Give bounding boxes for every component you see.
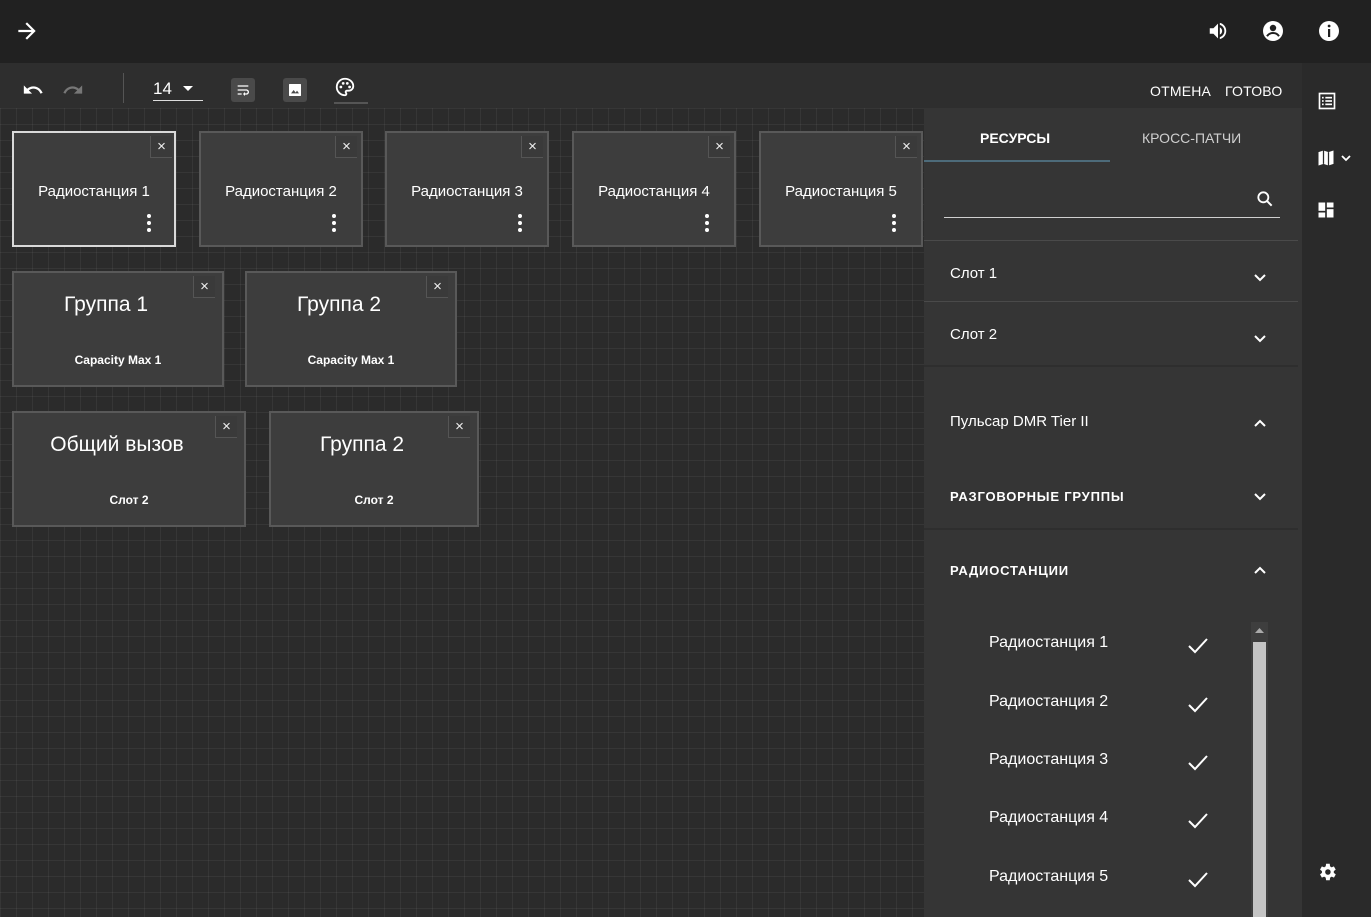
- arrow-right-icon[interactable]: [14, 18, 40, 44]
- more-vert-icon[interactable]: [145, 213, 153, 233]
- check-icon: [1188, 872, 1208, 888]
- cancel-button[interactable]: ОТМЕНА: [1150, 83, 1211, 99]
- chevron-down-icon: [1254, 335, 1266, 343]
- divider: [924, 528, 1298, 530]
- close-icon[interactable]: ×: [708, 136, 730, 158]
- close-icon[interactable]: ×: [150, 136, 172, 158]
- done-button[interactable]: ГОТОВО: [1225, 83, 1282, 99]
- font-size-value: 14: [153, 78, 172, 98]
- image-icon[interactable]: [283, 78, 307, 102]
- talkgroups-row[interactable]: РАЗГОВОРНЫЕ ГРУППЫ: [924, 466, 1298, 526]
- talkgroup-title: Группа 2: [319, 433, 405, 456]
- info-icon[interactable]: [1316, 18, 1342, 44]
- list-scrollbar[interactable]: [1251, 622, 1268, 917]
- check-icon: [1188, 755, 1208, 771]
- tab-cross-patches[interactable]: КРОСС-ПАТЧИ: [1142, 130, 1241, 146]
- radio-list-item[interactable]: Радиостанция 3: [989, 751, 1108, 769]
- radios-header-row[interactable]: РАДИОСТАНЦИИ: [924, 540, 1298, 600]
- slot-1-row[interactable]: Слот 1: [924, 241, 1298, 301]
- search-field[interactable]: [944, 182, 1280, 218]
- chevron-down-icon: [1254, 274, 1266, 282]
- font-size-select[interactable]: 14: [153, 77, 203, 101]
- settings-icon[interactable]: [1316, 861, 1338, 883]
- close-icon[interactable]: ×: [895, 136, 917, 158]
- palette-icon[interactable]: [334, 76, 356, 98]
- chevron-down-icon[interactable]: [1340, 154, 1352, 162]
- side-rail: [1302, 63, 1371, 917]
- scroll-up-icon[interactable]: [1254, 626, 1265, 634]
- slot-2-label: Слот 2: [950, 326, 998, 343]
- wrap-text-icon[interactable]: [231, 78, 255, 102]
- radio-list-item[interactable]: Радиостанция 1: [989, 634, 1108, 652]
- list-view-icon[interactable]: [1317, 91, 1337, 111]
- radio-tile-label: Радиостанция 1: [38, 183, 150, 200]
- check-icon: [1188, 638, 1208, 654]
- talkgroup-title: Общий вызов: [50, 433, 184, 456]
- dashboard-icon[interactable]: [1316, 200, 1336, 220]
- radio-tile-label: Радиостанция 2: [225, 183, 337, 200]
- radio-tile-label: Радиостанция 4: [598, 183, 710, 200]
- talkgroup-tile[interactable]: × Группа 2 Capacity Max 1: [245, 271, 457, 387]
- talkgroup-subtitle: Capacity Max 1: [74, 353, 162, 367]
- system-row[interactable]: Пульсар DMR Tier II: [924, 393, 1298, 453]
- talkgroups-label: РАЗГОВОРНЫЕ ГРУППЫ: [950, 489, 1125, 504]
- radio-tile[interactable]: × Радиостанция 4: [572, 131, 736, 247]
- slot-2-row[interactable]: Слот 2: [924, 302, 1298, 362]
- divider: [924, 365, 1298, 367]
- radios-header-label: РАДИОСТАНЦИИ: [950, 563, 1069, 578]
- undo-icon[interactable]: [22, 79, 44, 101]
- check-icon: [1188, 697, 1208, 713]
- close-icon[interactable]: ×: [335, 136, 357, 158]
- tab-indicator: [924, 160, 1110, 162]
- radio-list-item[interactable]: Радиостанция 4: [989, 809, 1108, 827]
- slot-1-label: Слот 1: [950, 265, 998, 282]
- radio-tile-label: Радиостанция 5: [785, 183, 897, 200]
- app-header: [0, 0, 1371, 63]
- talkgroup-subtitle: Слот 2: [354, 493, 394, 507]
- more-vert-icon[interactable]: [516, 213, 524, 233]
- radio-tile-label: Радиостанция 3: [411, 183, 523, 200]
- radio-tile[interactable]: × Радиостанция 5: [759, 131, 923, 247]
- radio-tile[interactable]: × Радиостанция 1: [12, 131, 176, 247]
- talkgroup-title: Группа 2: [296, 293, 382, 316]
- chevron-up-icon: [1254, 566, 1266, 574]
- chevron-up-icon: [1254, 419, 1266, 427]
- tab-resources[interactable]: РЕСУРСЫ: [980, 130, 1050, 146]
- talkgroup-tile[interactable]: × Общий вызов Слот 2: [12, 411, 246, 527]
- more-vert-icon[interactable]: [330, 213, 338, 233]
- talkgroup-subtitle: Слот 2: [109, 493, 149, 507]
- radio-tile[interactable]: × Радиостанция 2: [199, 131, 363, 247]
- more-vert-icon[interactable]: [703, 213, 711, 233]
- palette-underline: [334, 102, 368, 104]
- radio-list-item[interactable]: Радиостанция 5: [989, 868, 1108, 886]
- account-icon[interactable]: [1260, 18, 1286, 44]
- caret-down-icon: [182, 85, 193, 91]
- scrollbar-thumb[interactable]: [1253, 642, 1266, 917]
- talkgroup-tile[interactable]: × Группа 2 Слот 2: [269, 411, 479, 527]
- map-icon[interactable]: [1316, 148, 1336, 168]
- radio-list-item[interactable]: Радиостанция 2: [989, 693, 1108, 711]
- redo-icon[interactable]: [62, 79, 84, 101]
- search-icon[interactable]: [1255, 189, 1275, 209]
- chevron-down-icon: [1254, 493, 1266, 501]
- talkgroup-subtitle: Capacity Max 1: [307, 353, 395, 367]
- toolbar-divider: [123, 73, 124, 103]
- talkgroup-title: Группа 1: [63, 293, 149, 316]
- talkgroup-tile[interactable]: × Группа 1 Capacity Max 1: [12, 271, 224, 387]
- resources-panel: РЕСУРСЫ КРОСС-ПАТЧИ Слот 1 Слот 2 Пульса…: [924, 108, 1302, 917]
- more-vert-icon[interactable]: [890, 213, 898, 233]
- system-label: Пульсар DMR Tier II: [950, 413, 1089, 430]
- volume-icon[interactable]: [1205, 18, 1231, 44]
- radio-tile[interactable]: × Радиостанция 3: [385, 131, 549, 247]
- check-icon: [1188, 813, 1208, 829]
- close-icon[interactable]: ×: [521, 136, 543, 158]
